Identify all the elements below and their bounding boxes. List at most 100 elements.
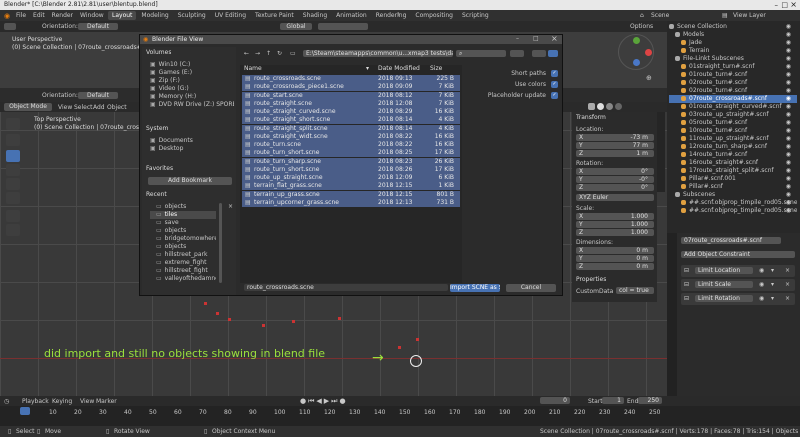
option-checkbox[interactable]: ✓: [551, 92, 558, 99]
menu-item-file[interactable]: File: [16, 12, 26, 19]
outliner-row[interactable]: 05route_turn#.scnf ◉: [669, 119, 797, 127]
volumes-header[interactable]: Volumes: [146, 49, 171, 56]
tab-sculpting[interactable]: Sculpting: [174, 11, 210, 20]
visibility-eye-icon[interactable]: ◉: [786, 87, 791, 95]
tab-compositing[interactable]: Compositing: [411, 11, 457, 20]
close-icon[interactable]: ×: [790, 0, 797, 9]
visibility-eye-icon[interactable]: ◉: [786, 95, 791, 103]
constraint-panel[interactable]: ⊟ Limit Location ◉ ▾ ×: [681, 265, 795, 277]
parent-dir-icon[interactable]: ↑: [266, 50, 271, 57]
visibility-eye-icon[interactable]: ◉: [786, 79, 791, 87]
location-x-field[interactable]: X -73 m: [576, 134, 654, 141]
visibility-eye-icon[interactable]: ◉: [786, 207, 791, 215]
option-checkbox[interactable]: ✓: [551, 70, 558, 77]
constraint-remove-icon[interactable]: ×: [785, 295, 790, 302]
rotation-mode-dropdown[interactable]: XYZ Euler: [576, 194, 654, 201]
location-z-field[interactable]: Z 1 m: [576, 150, 654, 157]
transform-tool-icon[interactable]: [6, 192, 20, 204]
orientation-dropdown-2[interactable]: Default: [78, 92, 118, 99]
visibility-eye-icon[interactable]: ◉: [786, 23, 791, 31]
select-box-tool-icon[interactable]: [6, 118, 20, 130]
tab-uv-editing[interactable]: UV Editing: [211, 11, 250, 20]
filename-field[interactable]: route_crossroads.scne: [244, 284, 448, 291]
gizmo-x-axis[interactable]: [645, 49, 652, 56]
constraint-move-icon[interactable]: ▾: [771, 295, 774, 302]
dimensions-z-field[interactable]: Z 0 m: [576, 263, 654, 270]
dialog-minimize-icon[interactable]: –: [516, 35, 519, 42]
move-tool-icon[interactable]: [6, 150, 20, 162]
constraint-remove-icon[interactable]: ×: [785, 281, 790, 288]
constraint-panel[interactable]: ⊟ Limit Rotation ◉ ▾ ×: [681, 293, 795, 305]
recent-item[interactable]: ▭ objects: [150, 203, 216, 211]
editor-type-icon[interactable]: [4, 23, 16, 30]
constraint-name-field[interactable]: Limit Scale: [695, 281, 753, 288]
annotate-tool-icon[interactable]: [6, 210, 20, 222]
recent-item[interactable]: ▭ hillstreet_park: [150, 251, 216, 259]
file-row[interactable]: ▤ terrain_up_grass.scne 2018 12:15 801 B: [242, 190, 460, 199]
add-constraint-dropdown[interactable]: Add Object Constraint: [681, 251, 795, 258]
scale-tool-icon[interactable]: [6, 178, 20, 190]
file-row[interactable]: ▤ route_up_straight.scne 2018 12:09 6 KiB: [242, 174, 460, 182]
wireframe-shading-icon[interactable]: [588, 103, 595, 110]
transform-orientation-dropdown[interactable]: Global: [280, 23, 312, 30]
outliner-row[interactable]: Subscenes ◉: [669, 191, 797, 199]
cancel-button[interactable]: Cancel: [506, 284, 556, 292]
search-field[interactable]: ⌕: [456, 50, 506, 57]
add-workspace-icon[interactable]: +: [396, 11, 401, 18]
playhead[interactable]: [20, 407, 30, 415]
timeline-editor-icon[interactable]: ◷: [4, 398, 9, 405]
back-icon[interactable]: ←: [244, 50, 249, 57]
recent-item[interactable]: ▭ hillstreet_fight: [150, 267, 216, 275]
file-row[interactable]: ▤ route_straight_widt.scne 2018 08:22 16 Ki…: [242, 132, 460, 141]
visibility-eye-icon[interactable]: ◉: [786, 151, 791, 159]
visibility-eye-icon[interactable]: ◉: [786, 31, 791, 39]
minimize-icon[interactable]: –: [775, 1, 779, 9]
visibility-eye-icon[interactable]: ◉: [786, 71, 791, 79]
visibility-eye-icon[interactable]: ◉: [786, 55, 791, 63]
visibility-eye-icon[interactable]: ◉: [786, 39, 791, 47]
snap-controls[interactable]: [318, 23, 368, 30]
outliner-row[interactable]: Terrain ◉: [669, 47, 797, 55]
end-frame-field[interactable]: 250: [638, 397, 662, 404]
file-row[interactable]: ▤ route_straight_curved.scne 2018 08:29 16 …: [242, 108, 460, 116]
start-frame-field[interactable]: 1: [602, 397, 624, 404]
timeline-ruler[interactable]: 0102030405060708090100110120130140150160…: [0, 407, 800, 426]
outliner-row[interactable]: 01route_straight_curved#.scnf ◉: [669, 103, 797, 111]
tab-shading[interactable]: Shading: [299, 11, 331, 20]
object-name-field[interactable]: 07route_crossroads#.scnf: [681, 237, 781, 244]
outliner-row[interactable]: 01route_turn#.scnf ◉: [669, 71, 797, 79]
rotation-y-field[interactable]: Y -0°: [576, 176, 654, 183]
settings-gear-icon[interactable]: [548, 50, 558, 57]
menu-item-render[interactable]: Render: [52, 12, 73, 19]
dimensions-y-field[interactable]: Y 0 m: [576, 255, 654, 262]
recent-item[interactable]: ▭ extreme_fight: [150, 259, 216, 267]
custom-data-field[interactable]: col = true: [616, 287, 654, 294]
file-row[interactable]: ▤ route_turn_sharp.scne 2018 08:23 26 KiB: [242, 157, 460, 166]
outliner-row[interactable]: 02route_turn#.scnf ◉: [669, 87, 797, 95]
recent-header[interactable]: Recent: [146, 191, 167, 198]
scale-x-field[interactable]: X 1.000: [576, 213, 654, 220]
outliner-row[interactable]: Jade ◉: [669, 39, 797, 47]
outliner-row[interactable]: 11route_up_straight#.scnf ◉: [669, 135, 797, 143]
gizmo-z-axis[interactable]: [633, 59, 640, 66]
outliner-row[interactable]: 12route_turn_sharp#.scnf ◉: [669, 143, 797, 151]
constraint-move-icon[interactable]: ▾: [771, 267, 774, 274]
outliner-row[interactable]: 02route_turn#.scnf ◉: [669, 79, 797, 87]
volumes-item[interactable]: ▣ Games (E:): [144, 69, 234, 77]
constraint-name-field[interactable]: Limit Rotation: [695, 295, 753, 302]
visibility-eye-icon[interactable]: ◉: [786, 143, 791, 151]
file-row[interactable]: ▤ terrain_flat_grass.scne 2018 12:15 1 KiB: [242, 182, 460, 191]
playback-controls-icon[interactable]: ●⏮◀▶⏭●: [300, 397, 348, 406]
view-menu[interactable]: View: [58, 104, 72, 111]
outliner-row[interactable]: 17route_straight_split#.scnf ◉: [669, 167, 797, 175]
orientation-dropdown[interactable]: Default: [78, 23, 118, 30]
outliner-row[interactable]: 03route_up_straight#.scnf ◉: [669, 111, 797, 119]
dialog-maximize-icon[interactable]: □: [533, 35, 539, 42]
blender-logo-icon[interactable]: ◉: [4, 12, 10, 20]
tab-layout[interactable]: Layout: [108, 11, 137, 20]
visibility-eye-icon[interactable]: ◉: [786, 183, 791, 191]
object-menu[interactable]: Object: [107, 104, 127, 111]
properties-panel-header[interactable]: Properties: [576, 276, 606, 283]
outliner-row[interactable]: File-Linkt Subscenes ◉: [669, 55, 797, 63]
new-folder-icon[interactable]: ▭: [290, 50, 296, 57]
